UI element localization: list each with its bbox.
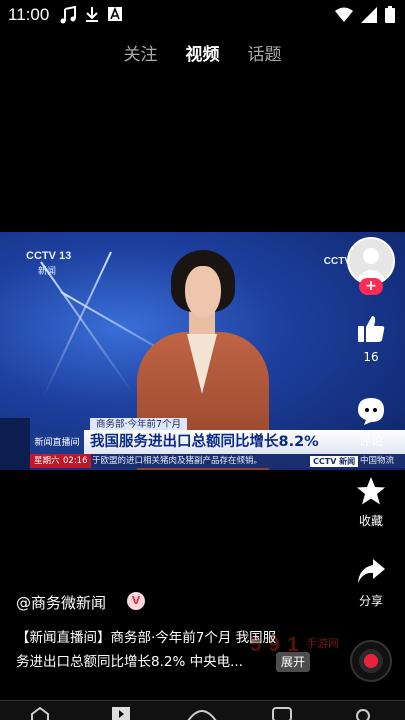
signal-icon — [361, 6, 377, 23]
status-notification-icons — [60, 6, 122, 24]
share-button[interactable]: 分享 — [346, 556, 396, 609]
like-button[interactable]: 16 — [346, 314, 396, 364]
expand-caption-button[interactable]: 展开 — [276, 652, 311, 672]
video-player[interactable]: CCTV 13 新闻 CCTV 商务部·今年前7个月 新闻直播间 我国服务进出口… — [0, 232, 405, 470]
lower-third-strip — [0, 418, 30, 470]
ticker-text: 于欧盟的进口相关猪肉及猪副产品存在倾销。 — [92, 456, 263, 466]
comment-button[interactable]: 评论 — [346, 396, 396, 449]
status-system-icons — [335, 6, 395, 23]
default-avatar-icon — [355, 248, 387, 281]
share-label: 分享 — [358, 594, 383, 608]
bottom-nav — [0, 700, 405, 720]
wifi-icon — [335, 7, 353, 22]
follow-button[interactable]: + — [359, 278, 383, 295]
font-a-icon — [108, 6, 122, 21]
thumbs-up-icon — [358, 316, 385, 342]
profile-icon[interactable] — [354, 707, 372, 720]
network-badge: CCTV 新闻 — [310, 456, 359, 467]
status-bar: 11:00 — [0, 0, 405, 30]
like-count: 16 — [363, 350, 379, 364]
tab-following[interactable]: 关注 — [124, 40, 158, 70]
ticker-weekday: 星期六 — [30, 454, 64, 468]
home-icon[interactable] — [30, 707, 50, 720]
music-note-icon — [60, 6, 76, 24]
share-arrow-icon — [358, 559, 385, 583]
channel-logo: CCTV 13 — [26, 250, 72, 262]
discover-icon[interactable] — [186, 707, 218, 720]
favorite-label: 收藏 — [358, 514, 383, 528]
caption-line-1: 【新闻直播间】商务部·今年前7个月 我国服 — [16, 630, 277, 646]
top-tabs: 关注 视频 话题 — [0, 40, 405, 70]
ticker-text-right: 中国物流 — [360, 456, 395, 466]
verified-badge: V — [127, 592, 145, 610]
news-anchor-face — [185, 266, 221, 318]
news-lower-third: 商务部·今年前7个月 新闻直播间 我国服务进出口总额同比增长8.2% 星期六 0… — [0, 418, 405, 470]
program-logo: 新闻直播间 — [30, 432, 84, 454]
comment-bubble-icon — [358, 398, 384, 425]
battery-icon — [385, 6, 395, 23]
message-icon[interactable] — [272, 707, 292, 720]
favorite-button[interactable]: 收藏 — [346, 476, 396, 529]
download-icon — [86, 7, 98, 22]
channel-sub-label: 新闻 — [38, 267, 57, 277]
author-name[interactable]: @商务微新闻 — [16, 592, 106, 613]
comment-label: 评论 — [358, 434, 383, 448]
star-icon — [357, 477, 385, 505]
ticker-clock: 02:16 — [60, 454, 91, 468]
play-icon[interactable] — [112, 707, 130, 720]
tab-topics[interactable]: 话题 — [248, 40, 282, 70]
status-time: 11:00 — [8, 5, 50, 24]
music-disc-icon[interactable] — [350, 640, 392, 682]
tab-video[interactable]: 视频 — [186, 40, 220, 70]
